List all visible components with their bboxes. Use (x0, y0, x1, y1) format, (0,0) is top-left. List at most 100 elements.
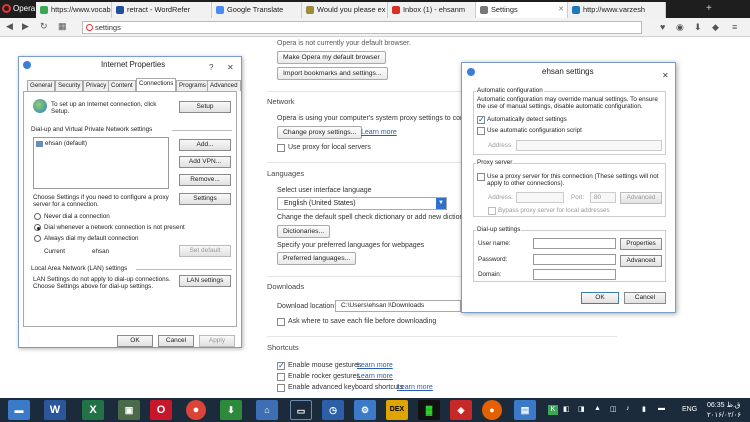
apply-button[interactable]: Apply (199, 335, 235, 347)
import-button[interactable]: Import bookmarks and settings... (277, 67, 388, 80)
tab-privacy[interactable]: Privacy (83, 80, 110, 91)
tab-connections[interactable]: Connections (136, 78, 177, 92)
window-icon[interactable]: ▭ (290, 400, 312, 420)
tray-app-icon[interactable]: ◫ (610, 405, 617, 413)
clock-time[interactable]: 06:35 ق.ظ (707, 401, 740, 409)
ask-save-checkbox[interactable] (277, 318, 285, 326)
speed-dial-icon[interactable]: ▦ (58, 21, 67, 32)
tab-google-translate[interactable]: Google Translate (212, 2, 302, 18)
back-icon[interactable]: ◀ (6, 21, 13, 32)
control-panel-icon[interactable]: ▤ (514, 400, 536, 420)
tab-settings[interactable]: Settings ✕ (476, 2, 568, 18)
tab-varzesh[interactable]: http://www.varzesh (568, 2, 666, 18)
tab-security[interactable]: Security (55, 80, 84, 91)
rocker-gestures-learn-more[interactable]: Learn more (357, 373, 393, 380)
password-field[interactable] (533, 254, 616, 265)
tray-k-icon[interactable]: K (548, 405, 558, 415)
tab-inbox[interactable]: Inbox (1) - ehsanm (388, 2, 476, 18)
add-vpn-button[interactable]: Add VPN... (179, 156, 231, 168)
make-default-button[interactable]: Make Opera my default browser (277, 51, 386, 64)
tray-app-icon[interactable]: ◧ (563, 405, 570, 413)
close-icon[interactable]: ✕ (662, 67, 669, 85)
ok-button[interactable]: OK (117, 335, 153, 347)
excel-icon[interactable]: X (82, 400, 104, 420)
remove-button[interactable]: Remove... (179, 174, 231, 186)
dex-icon[interactable]: DEX (386, 400, 408, 420)
file-explorer-icon[interactable]: ▬ (8, 400, 30, 420)
change-proxy-button[interactable]: Change proxy settings... (277, 126, 363, 139)
terminal-icon[interactable]: ▓ (418, 400, 440, 420)
download-manager-icon[interactable]: ⬇ (220, 400, 242, 420)
tab-content[interactable]: Content (108, 80, 136, 91)
mouse-gestures-learn-more[interactable]: Learn more (357, 362, 393, 369)
settings-button[interactable]: Settings (179, 193, 231, 205)
close-icon[interactable]: ✕ (227, 60, 234, 76)
forward-icon[interactable]: ▶ (22, 21, 29, 32)
mouse-gestures-checkbox[interactable] (277, 361, 285, 370)
tab-general[interactable]: General (27, 80, 56, 91)
extension-icon[interactable]: ◆ (712, 22, 719, 33)
download-location-field[interactable]: C:\Users\ehsan l\Downloads (335, 300, 461, 312)
add-button[interactable]: Add... (179, 139, 231, 151)
radio-never-dial[interactable] (34, 213, 41, 220)
tray-app-icon[interactable]: ◨ (578, 405, 585, 413)
ok-button[interactable]: OK (581, 292, 619, 304)
tab-programs[interactable]: Programs (176, 80, 209, 91)
dialup-advanced-button[interactable]: Advanced (620, 255, 662, 267)
network-icon[interactable]: ⌂ (256, 400, 278, 420)
use-proxy-checkbox[interactable] (477, 173, 485, 181)
list-item[interactable]: ehsan (default) (36, 140, 98, 149)
connections-list[interactable]: ehsan (default) (33, 137, 169, 189)
help-button[interactable]: ? (209, 60, 213, 76)
url-input[interactable]: settings (82, 21, 642, 34)
keyboard-shortcuts-checkbox[interactable] (277, 384, 285, 392)
cancel-button[interactable]: Cancel (158, 335, 194, 347)
camera-icon[interactable]: ◉ (676, 22, 684, 33)
tab-vocab[interactable]: https://www.vocab (36, 2, 112, 18)
firefox-icon[interactable]: ● (482, 400, 502, 420)
opera-menu-button[interactable]: Opera (2, 3, 35, 15)
proxy-local-checkbox[interactable] (277, 144, 285, 152)
chevron-up-icon[interactable]: ▲ (594, 405, 601, 412)
new-tab-button[interactable]: + (706, 3, 712, 14)
set-default-button[interactable]: Set default (179, 245, 231, 257)
rocker-gestures-checkbox[interactable] (277, 373, 285, 381)
radio-always-dial[interactable] (34, 235, 41, 242)
reload-icon[interactable]: ↻ (40, 21, 48, 32)
heart-icon[interactable]: ♥ (660, 22, 665, 32)
bypass-checkbox[interactable] (488, 207, 496, 215)
proxy-address-field[interactable] (516, 192, 564, 203)
app-icon[interactable]: ▣ (118, 400, 140, 420)
domain-field[interactable] (533, 269, 616, 280)
language-select[interactable]: English (United States) ▼ (277, 197, 447, 210)
script-address-field[interactable] (516, 140, 662, 151)
tab-advanced[interactable]: Advanced (207, 80, 241, 91)
proxy-advanced-button[interactable]: Advanced (620, 192, 662, 204)
download-icon[interactable]: ⬇ (694, 22, 702, 33)
preferred-languages-button[interactable]: Preferred languages... (277, 252, 357, 265)
menu-icon[interactable]: ≡ (732, 22, 737, 32)
clock-app-icon[interactable]: ◷ (322, 400, 344, 420)
chrome-icon[interactable]: ● (186, 400, 206, 420)
port-field[interactable]: 80 (590, 192, 616, 203)
language-indicator[interactable]: ENG (682, 406, 697, 413)
network-tray-icon[interactable]: ▮ (642, 405, 646, 413)
lan-settings-button[interactable]: LAN settings (179, 275, 231, 287)
tab-would-you[interactable]: Would you please ex (302, 2, 388, 18)
tab-wordreference[interactable]: retract - WordRefer (112, 2, 212, 18)
opera-icon[interactable]: O (150, 400, 172, 420)
auto-script-checkbox[interactable] (477, 127, 485, 135)
clock-date[interactable]: ۲۰۱۶/۰۲/۰۶ (707, 411, 741, 419)
media-icon[interactable]: ◈ (450, 400, 472, 420)
auto-detect-checkbox[interactable] (477, 115, 485, 124)
dictionaries-button[interactable]: Dictionaries... (277, 225, 331, 238)
volume-icon[interactable]: ♪ (626, 405, 630, 412)
learn-more-link[interactable]: Learn more (361, 129, 397, 136)
keyboard-shortcuts-learn-more[interactable]: Learn more (397, 384, 433, 391)
radio-dial-whenever[interactable] (34, 224, 41, 231)
close-tab-icon[interactable]: ✕ (558, 2, 564, 18)
cancel-button[interactable]: Cancel (624, 292, 666, 304)
word-icon[interactable]: W (44, 400, 66, 420)
settings-app-icon[interactable]: ⚙ (354, 400, 376, 420)
properties-button[interactable]: Properties (620, 238, 662, 250)
